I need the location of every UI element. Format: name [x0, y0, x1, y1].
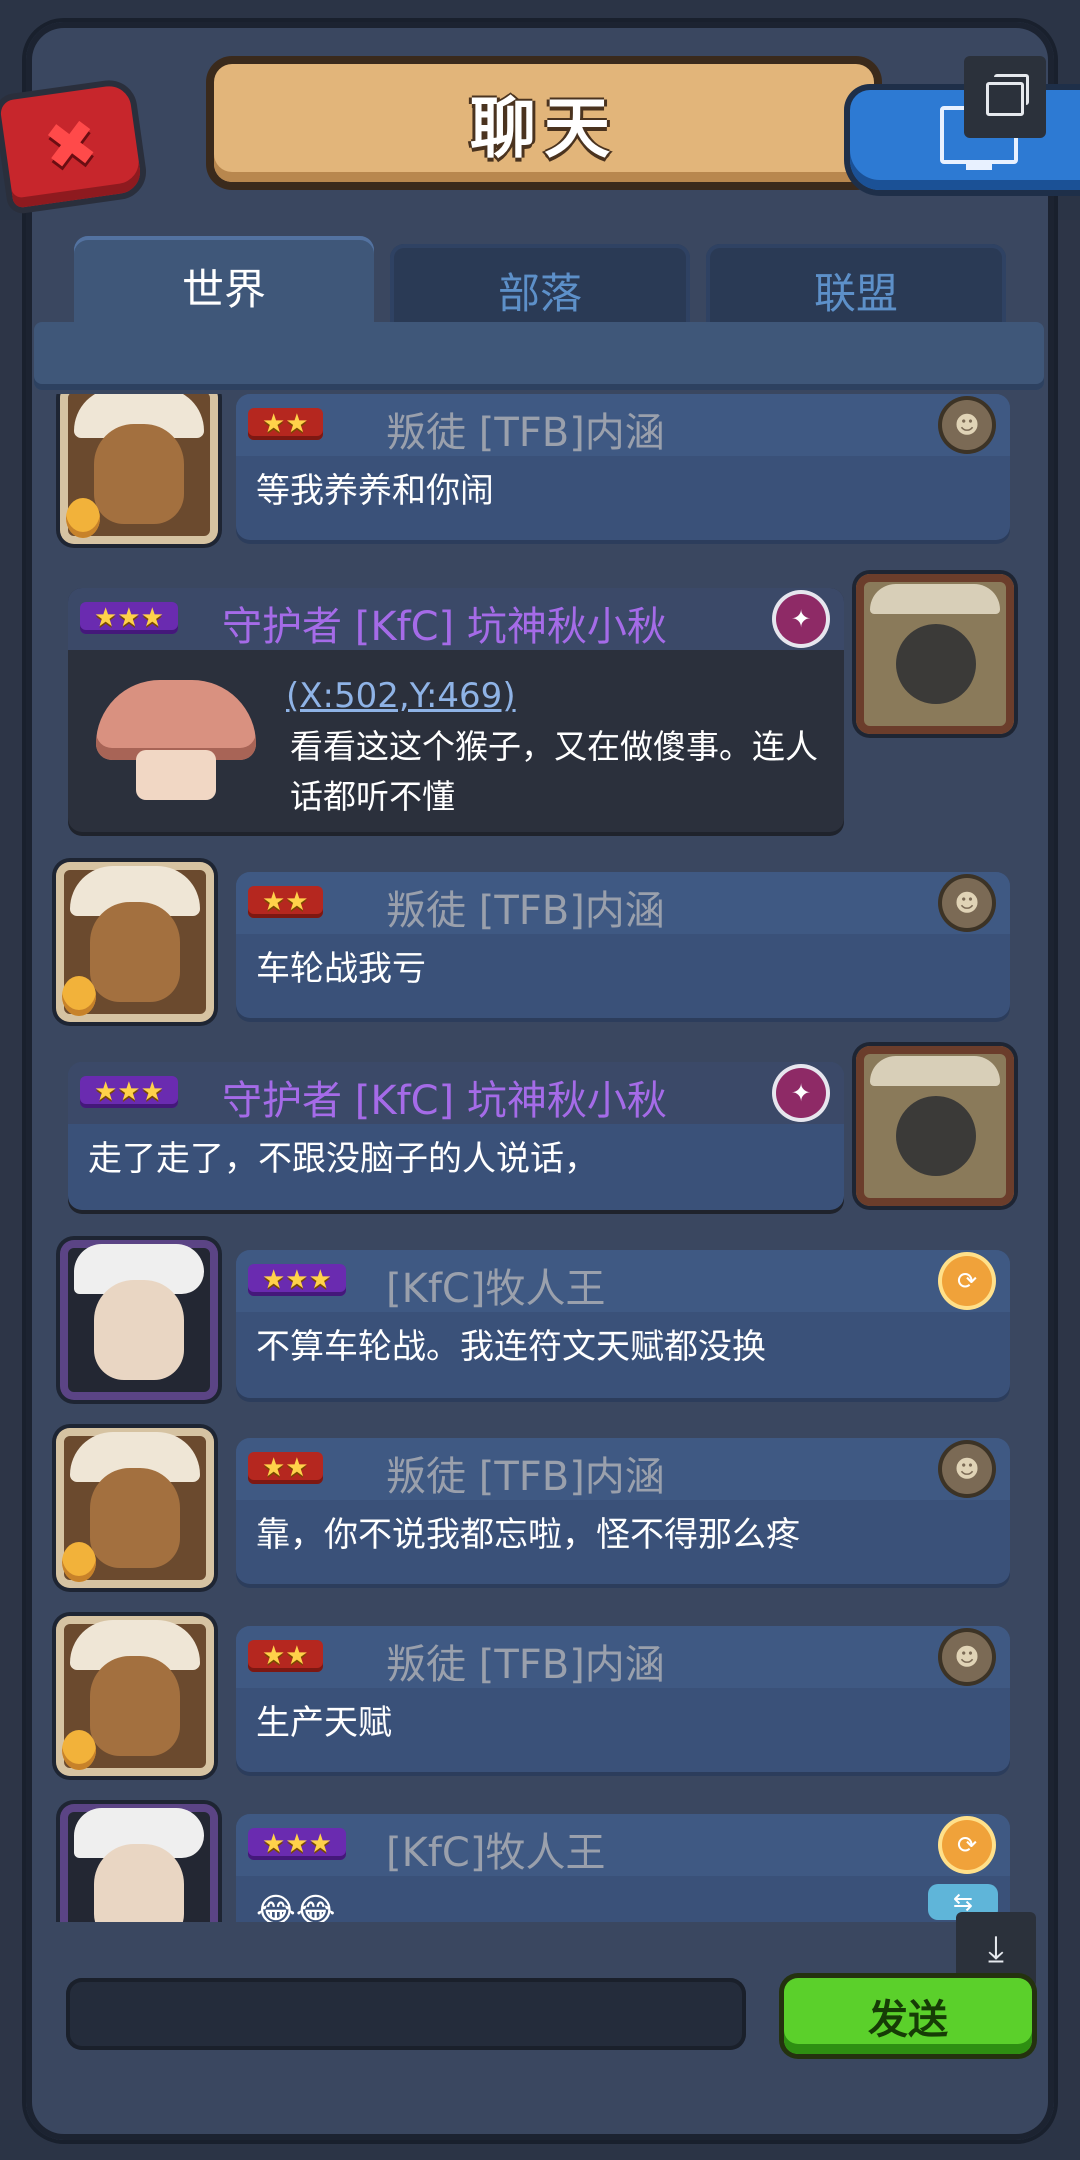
- message-text: 走了走了，不跟没脑子的人说话，: [88, 1139, 598, 1179]
- page-title: 聊天: [470, 90, 618, 167]
- white-hair-avatar[interactable]: [60, 1804, 218, 1922]
- orc-badge-icon: ☻: [942, 400, 992, 450]
- sender-name[interactable]: 叛徒 [TFB]内涵: [386, 400, 665, 458]
- message-bubble: ★★★ [KfC]牧人王 ⟳ 😂😂: [236, 1814, 1010, 1922]
- message-text: 不算车轮战。我连符文天赋都没换: [256, 1327, 766, 1367]
- message-bubble: ★★ 叛徒 [TFB]内涵 ☻ 生产天赋: [236, 1626, 1010, 1772]
- sender-name[interactable]: 叛徒 [TFB]内涵: [386, 1632, 665, 1690]
- orc-badge-icon: ☻: [942, 1632, 992, 1682]
- window-switch-button[interactable]: [964, 56, 1046, 138]
- tabs-underline-bar: [34, 322, 1044, 390]
- message-bubble: ★★ 叛徒 [TFB]内涵 ☻ 车轮战我亏: [236, 872, 1010, 1018]
- coordinate-link[interactable]: (X:502,Y:469): [286, 676, 516, 716]
- message-bubble: ★★ 叛徒 [TFB]内涵 ☻ 靠，你不说我都忘啦，怪不得那么疼: [236, 1438, 1010, 1584]
- rank-stars: ★★: [248, 408, 323, 440]
- shield-badge-icon: ✦: [776, 1068, 826, 1118]
- send-button[interactable]: 发送: [784, 1978, 1032, 2054]
- orc-badge-icon: ☻: [942, 1444, 992, 1494]
- message-text: 等我养养和你闹: [256, 471, 494, 511]
- message-bubble: ★★ 叛徒 [TFB]内涵 ☻ 等我养养和你闹: [236, 394, 1010, 540]
- sender-name[interactable]: 叛徒 [TFB]内涵: [386, 878, 665, 936]
- rabbit-hat-avatar[interactable]: [56, 862, 214, 1022]
- download-icon[interactable]: ⤓: [956, 1912, 1036, 1988]
- mushroom-building-image[interactable]: [86, 660, 266, 810]
- message-bubble: ★★★ [KfC]牧人王 ⟳ 不算车轮战。我连符文天赋都没换: [236, 1250, 1010, 1398]
- rabbit-hat-avatar[interactable]: [60, 394, 218, 544]
- rank-stars: ★★: [248, 1452, 323, 1484]
- close-button[interactable]: ✖: [0, 83, 143, 209]
- rank-stars: ★★★: [80, 1076, 178, 1108]
- chat-message-list[interactable]: ★★ 叛徒 [TFB]内涵 ☻ 等我养养和你闹 ★★★ 守护者 [KfC] 坑神秋小秋…: [50, 394, 1022, 1922]
- message-text: 😂😂: [256, 1891, 336, 1922]
- rank-stars: ★★★: [248, 1264, 346, 1296]
- chat-input[interactable]: [66, 1978, 746, 2050]
- sender-name[interactable]: [KfC]牧人王: [386, 1820, 605, 1878]
- bull-avatar[interactable]: [856, 1046, 1014, 1206]
- sender-name[interactable]: 守护者 [KfC] 坑神秋小秋: [222, 1068, 667, 1126]
- rabbit-hat-avatar[interactable]: [56, 1616, 214, 1776]
- rank-stars: ★★★: [248, 1828, 346, 1860]
- bull-avatar[interactable]: [856, 574, 1014, 734]
- sender-name[interactable]: 叛徒 [TFB]内涵: [386, 1444, 665, 1502]
- message-text: 生产天赋: [256, 1703, 392, 1743]
- white-hair-avatar[interactable]: [60, 1240, 218, 1400]
- window-front-icon: [986, 82, 1024, 116]
- message-bubble: ★★★ 守护者 [KfC] 坑神秋小秋 ✦ (X:502,Y:469) 看看这这个猴…: [68, 588, 844, 832]
- sender-name[interactable]: 守护者 [KfC] 坑神秋小秋: [222, 594, 667, 652]
- close-icon: ✖: [39, 105, 103, 187]
- orc-badge-icon: ☻: [942, 878, 992, 928]
- shield-badge-icon: ✦: [776, 594, 826, 644]
- rabbit-hat-avatar[interactable]: [56, 1428, 214, 1588]
- sender-name[interactable]: [KfC]牧人王: [386, 1256, 605, 1314]
- gold-badge-icon: ⟳: [942, 1820, 992, 1870]
- title-banner: 聊天: [214, 64, 874, 182]
- message-bubble: ★★★ 守护者 [KfC] 坑神秋小秋 ✦ 走了走了，不跟没脑子的人说话，: [68, 1062, 844, 1210]
- message-text: 看看这这个猴子，又在做傻事。连人话都听不懂: [290, 727, 818, 816]
- message-text: 车轮战我亏: [256, 949, 426, 989]
- rank-stars: ★★: [248, 1640, 323, 1672]
- rank-stars: ★★★: [80, 602, 178, 634]
- rank-stars: ★★: [248, 886, 323, 918]
- message-text: 靠，你不说我都忘啦，怪不得那么疼: [256, 1515, 800, 1555]
- gold-badge-icon: ⟳: [942, 1256, 992, 1306]
- tab-world[interactable]: 世界: [74, 236, 374, 336]
